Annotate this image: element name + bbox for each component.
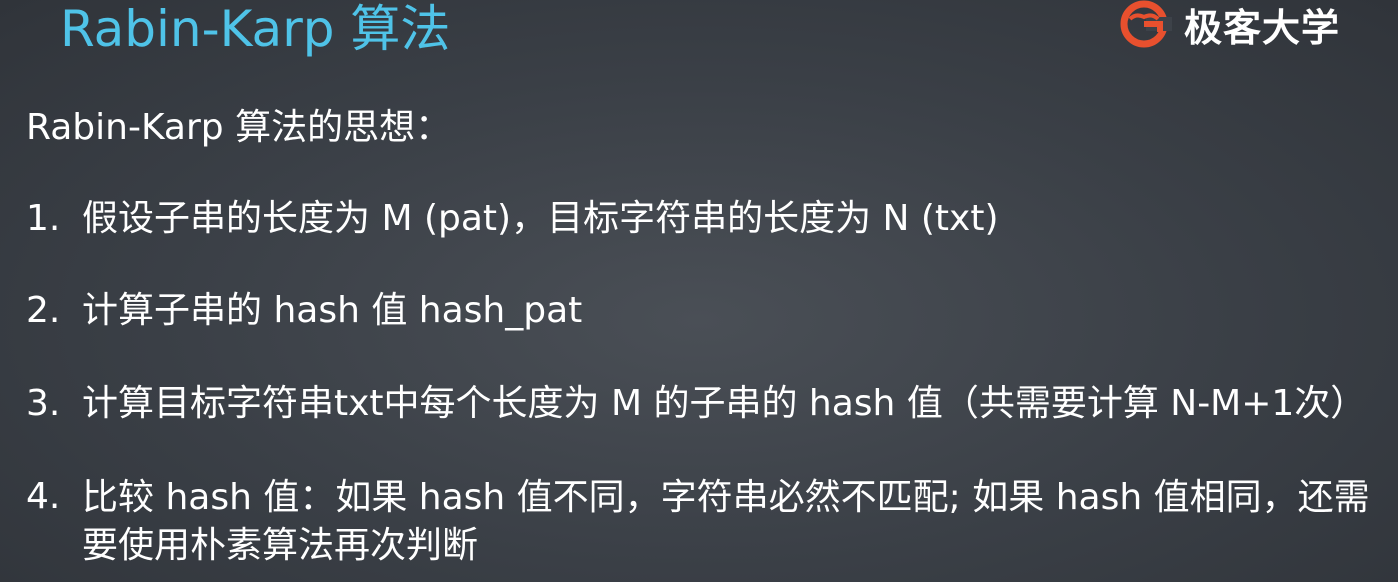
logo-text: 极客大学: [1184, 5, 1341, 50]
list-item-number: 1.: [26, 198, 61, 239]
list-item-text: 比较 hash 值：如果 hash 值不同，字符串必然不匹配; 如果 hash …: [82, 477, 1370, 566]
list-item: 2. 计算子串的 hash 值 hash_pat: [26, 288, 582, 334]
list-item: 4. 比较 hash 值：如果 hash 值不同，字符串必然不匹配; 如果 has…: [26, 474, 1382, 570]
list-item-text: 假设子串的长度为 M (pat)，目标字符串的长度为 N (txt): [82, 198, 999, 239]
list-item: 3. 计算目标字符串txt中每个长度为 M 的子串的 hash 值（共需要计算 N…: [26, 381, 1366, 427]
intro-heading: Rabin-Karp 算法的思想：: [26, 107, 452, 148]
list-item: 1. 假设子串的长度为 M (pat)，目标字符串的长度为 N (txt): [26, 196, 999, 242]
list-item-text: 计算目标字符串txt中每个长度为 M 的子串的 hash 值（共需要计算 N-M…: [82, 383, 1367, 424]
slide-title: Rabin-Karp 算法: [60, 0, 451, 58]
logo: 极客大学: [1116, 0, 1340, 50]
list-item-text: 计算子串的 hash 值 hash_pat: [82, 290, 583, 331]
list-item-number: 2.: [26, 290, 61, 331]
list-item-number: 4.: [26, 476, 61, 517]
geek-university-logo-icon: [1120, 0, 1172, 48]
list-item-number: 3.: [26, 383, 61, 424]
